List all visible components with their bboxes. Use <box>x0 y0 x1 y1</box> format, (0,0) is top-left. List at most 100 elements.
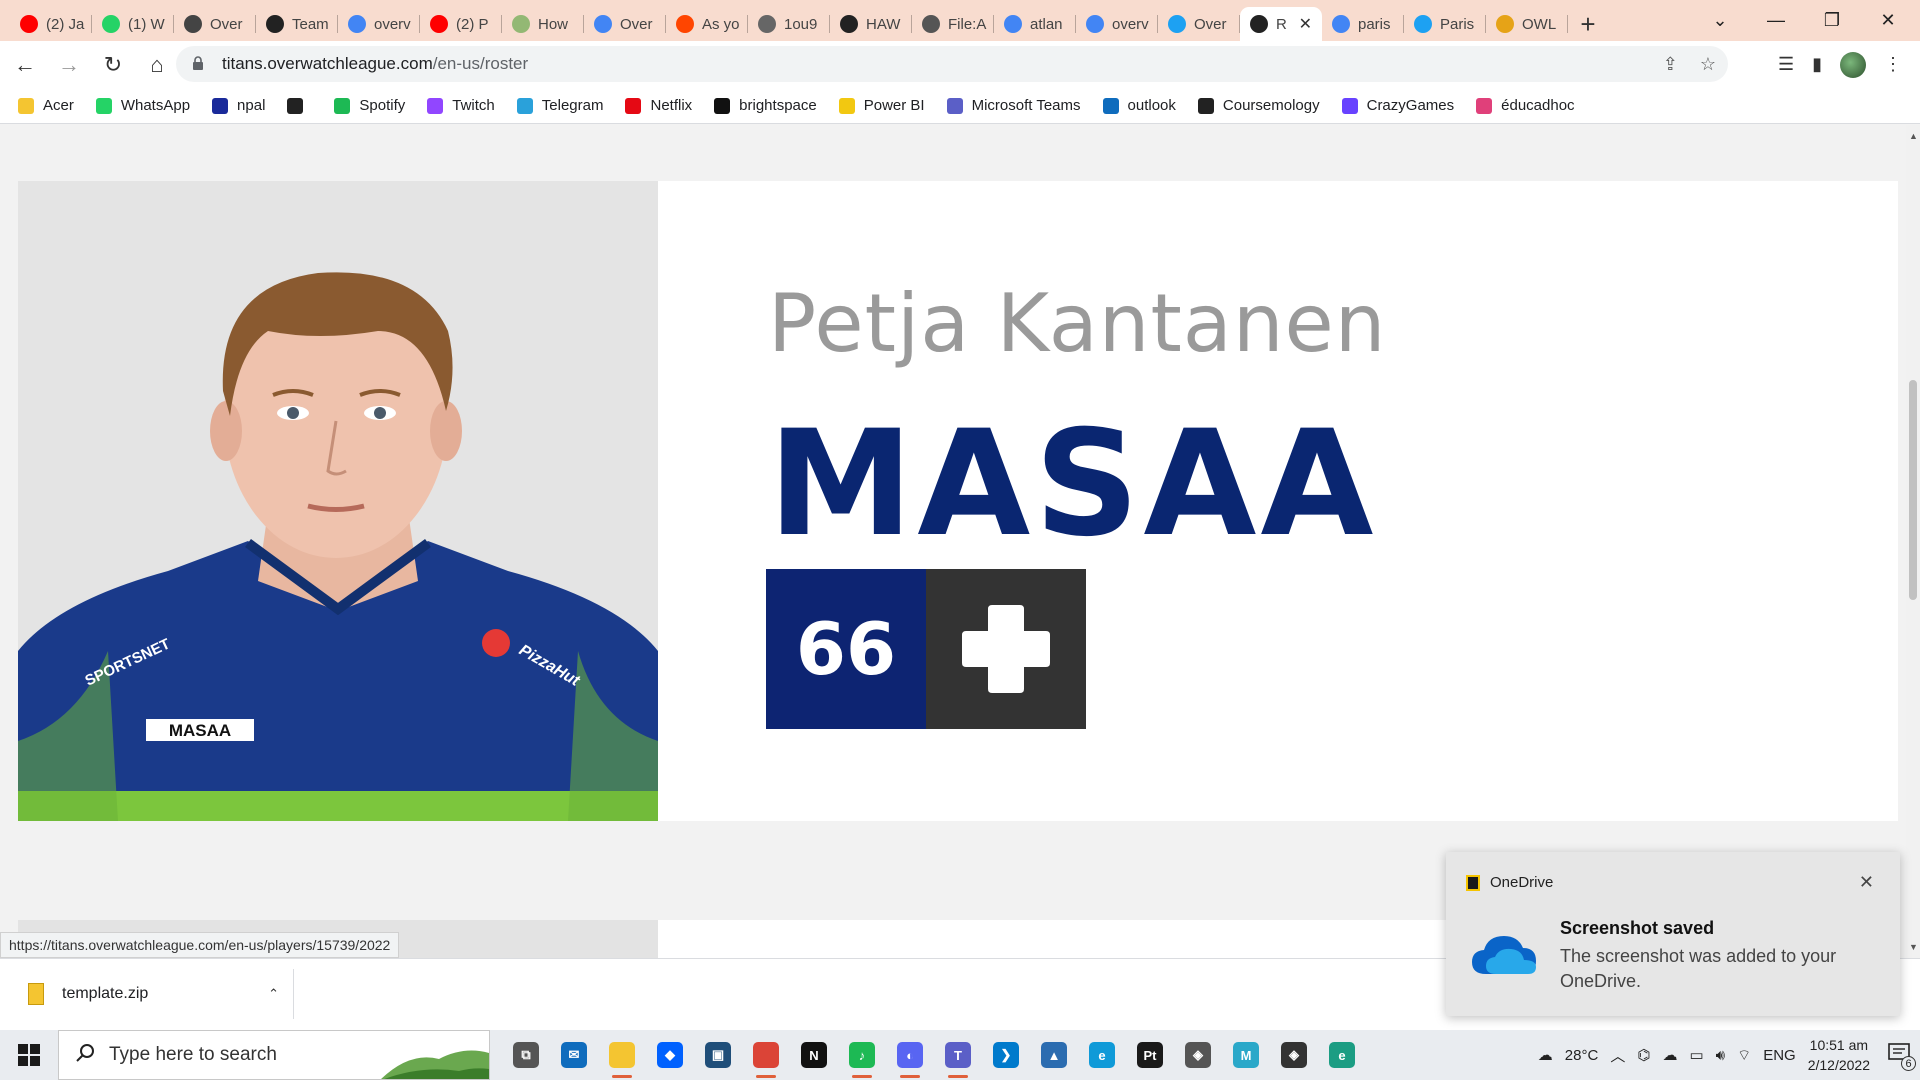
edge-dev-icon[interactable]: e <box>1318 1030 1366 1080</box>
photos-icon[interactable]: ▲ <box>1030 1030 1078 1080</box>
browser-tab[interactable]: (2) P <box>420 7 502 41</box>
bookmark-item[interactable]: Netflix <box>625 97 692 114</box>
reading-list-icon[interactable]: ☰ <box>1778 54 1794 75</box>
lock-icon[interactable] <box>192 55 208 73</box>
side-panel-icon[interactable]: ▮ <box>1812 54 1822 75</box>
forward-button[interactable]: → <box>50 46 88 84</box>
task-view-icon[interactable]: ⧉ <box>502 1030 550 1080</box>
bookmark-item[interactable]: Spotify <box>334 97 405 114</box>
browser-tab[interactable]: Over <box>1158 7 1240 41</box>
netflix-icon[interactable]: N <box>790 1030 838 1080</box>
browser-tab[interactable]: As yo <box>666 7 748 41</box>
close-tab-icon[interactable]: ✕ <box>1299 14 1312 34</box>
weather-icon[interactable]: ☁ <box>1538 1046 1553 1064</box>
share-icon[interactable]: ⇪ <box>1663 54 1678 75</box>
unity-icon[interactable]: ◈ <box>1174 1030 1222 1080</box>
network-icon[interactable]: ⌬ <box>1637 1046 1650 1064</box>
chrome-icon[interactable] <box>742 1030 790 1080</box>
page-scrollbar[interactable]: ▲ ▼ <box>1906 125 1920 958</box>
vscode-icon[interactable]: ❯ <box>982 1030 1030 1080</box>
bookmark-item[interactable]: outlook <box>1102 97 1176 114</box>
new-tab-button[interactable]: + <box>1568 7 1608 41</box>
file-explorer-icon[interactable] <box>598 1030 646 1080</box>
bookmark-label: Spotify <box>359 97 406 114</box>
web-page: MASAA SPORTSNET PizzaHut Petja Kantanen … <box>0 125 1906 958</box>
reload-button[interactable]: ↻ <box>94 46 132 84</box>
bookmark-item[interactable]: Coursemology <box>1197 97 1320 114</box>
bookmark-item[interactable]: Twitch <box>427 97 495 114</box>
tray-overflow-chevron-icon[interactable]: ︿ <box>1610 1045 1625 1066</box>
clock[interactable]: 10:51 am 2/12/2022 <box>1808 1035 1870 1075</box>
browser-tab[interactable]: Team <box>256 7 338 41</box>
battery-icon[interactable]: ▭ <box>1689 1046 1703 1064</box>
browser-tab[interactable]: (1) W <box>92 7 174 41</box>
close-window-button[interactable]: ✕ <box>1860 0 1916 41</box>
teams-icon[interactable]: T <box>934 1030 982 1080</box>
bookmark-item[interactable]: Power BI <box>838 97 925 114</box>
menu-kebab-icon[interactable]: ⋮ <box>1884 54 1902 75</box>
bookmark-item[interactable] <box>287 97 312 114</box>
browser-tab[interactable]: File:A <box>912 7 994 41</box>
bookmark-star-icon[interactable]: ☆ <box>1700 54 1716 75</box>
bookmark-item[interactable]: Acer <box>18 97 74 114</box>
url-text[interactable]: titans.overwatchleague.com/en-us/roster <box>222 54 528 74</box>
browser-tab[interactable]: Paris <box>1404 7 1486 41</box>
store-icon[interactable]: ▣ <box>694 1030 742 1080</box>
bookmark-label: WhatsApp <box>120 97 191 114</box>
google-icon <box>1086 15 1104 33</box>
taskbar-app-glyph: ◈ <box>1185 1042 1211 1068</box>
browser-tab[interactable]: How <box>502 7 584 41</box>
tab-search-icon[interactable]: ⌄ <box>1692 0 1748 41</box>
browser-tab[interactable]: OWL <box>1486 7 1568 41</box>
volume-icon[interactable]: 🔊︎ <box>1716 1047 1725 1064</box>
bookmark-item[interactable]: npal <box>212 97 265 114</box>
np-icon <box>714 97 731 114</box>
download-item[interactable]: template.zip ⌃ <box>18 969 294 1019</box>
taskbar-search[interactable]: Type here to search <box>58 1030 490 1080</box>
address-bar[interactable]: titans.overwatchleague.com/en-us/roster … <box>176 46 1728 82</box>
onedrive-toast[interactable]: OneDrive ✕ Screenshot saved The screensh… <box>1446 852 1900 1016</box>
taskbar-app-glyph: e <box>1329 1042 1355 1068</box>
bookmark-item[interactable]: brightspace <box>714 97 817 114</box>
pycharm-icon[interactable]: Pt <box>1126 1030 1174 1080</box>
browser-tab[interactable]: Over <box>584 7 666 41</box>
scroll-down-arrow[interactable]: ▼ <box>1909 942 1918 952</box>
bookmark-item[interactable]: CrazyGames <box>1341 97 1454 114</box>
scroll-up-arrow[interactable]: ▲ <box>1909 131 1918 141</box>
minimize-button[interactable]: — <box>1748 0 1804 41</box>
spotify-icon[interactable]: ♪ <box>838 1030 886 1080</box>
close-icon[interactable]: ✕ <box>1859 872 1874 893</box>
bookmark-label: Coursemology <box>1222 97 1320 114</box>
restore-button[interactable]: ❐ <box>1804 0 1860 41</box>
bookmark-item[interactable]: WhatsApp <box>95 97 191 114</box>
edge-icon[interactable]: e <box>1078 1030 1126 1080</box>
onedrive-tray-icon[interactable]: ☁ <box>1662 1046 1677 1064</box>
browser-tab[interactable]: atlan <box>994 7 1076 41</box>
scrollbar-thumb[interactable] <box>1909 380 1917 600</box>
browser-tab[interactable]: paris <box>1322 7 1404 41</box>
back-button[interactable]: ← <box>6 46 44 84</box>
browser-tab[interactable]: (2) Ja <box>10 7 92 41</box>
browser-tab[interactable]: overv <box>338 7 420 41</box>
windows-start-icon[interactable] <box>0 1030 58 1080</box>
dropbox-icon[interactable]: ◆ <box>646 1030 694 1080</box>
notifications-icon[interactable]: 6 <box>1888 1043 1916 1071</box>
weather-temp[interactable]: 28°C <box>1565 1047 1599 1064</box>
browser-tab[interactable]: HAW <box>830 7 912 41</box>
browser-tab[interactable]: overv <box>1076 7 1158 41</box>
bookmark-item[interactable]: Microsoft Teams <box>946 97 1081 114</box>
unity-hub-icon[interactable]: ◈ <box>1270 1030 1318 1080</box>
language-indicator[interactable]: ENG <box>1763 1047 1796 1064</box>
bookmark-item[interactable]: Telegram <box>516 97 603 114</box>
browser-tab[interactable]: Over <box>174 7 256 41</box>
home-button[interactable]: ⌂ <box>138 46 176 84</box>
browser-tab[interactable]: 1ou9 <box>748 7 830 41</box>
mail-icon[interactable]: ✉ <box>550 1030 598 1080</box>
discord-icon[interactable]: ◐ <box>886 1030 934 1080</box>
bookmark-item[interactable]: éducadhoc <box>1476 97 1575 114</box>
browser-tab[interactable]: R ✕ <box>1240 7 1322 41</box>
maya-icon[interactable]: M <box>1222 1030 1270 1080</box>
wifi-icon[interactable]: ⌔ <box>1737 1046 1751 1065</box>
chevron-up-icon[interactable]: ⌃ <box>268 986 279 1002</box>
profile-avatar[interactable] <box>1840 51 1866 78</box>
